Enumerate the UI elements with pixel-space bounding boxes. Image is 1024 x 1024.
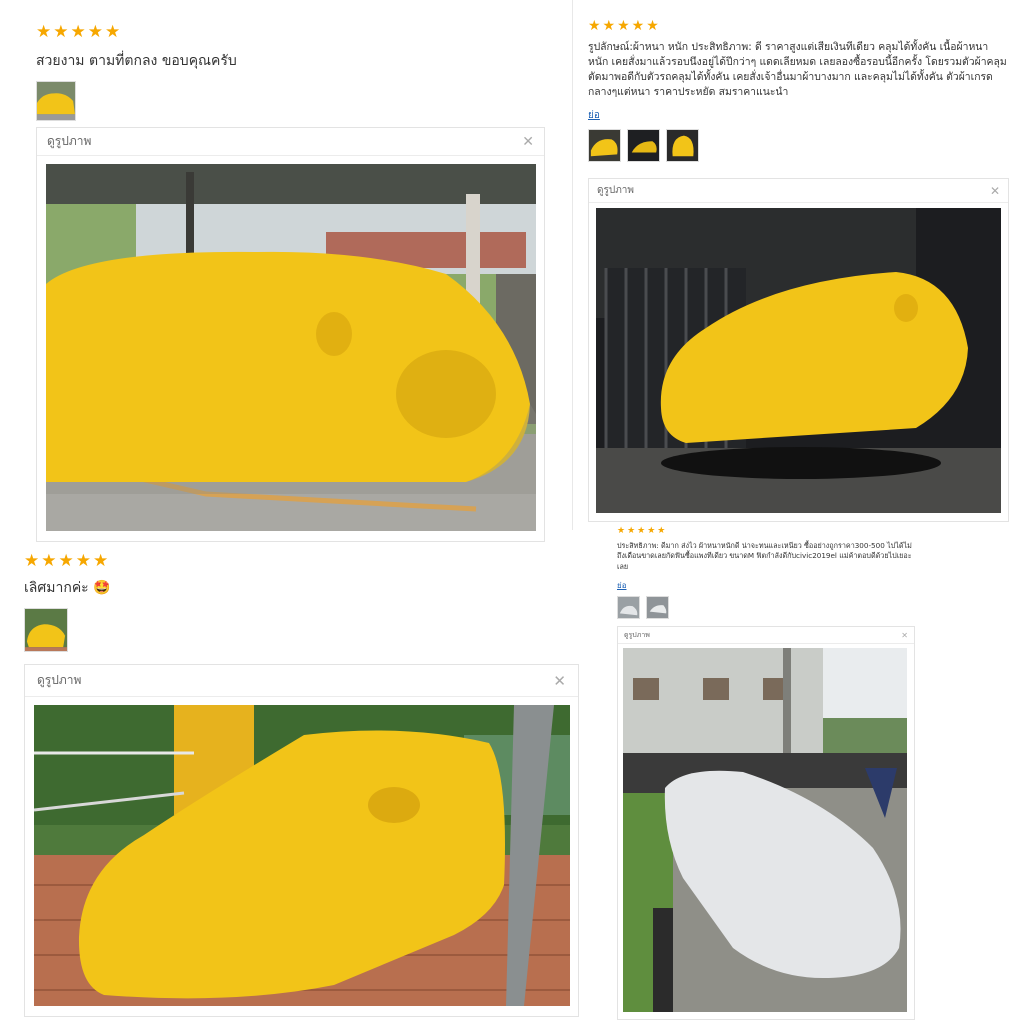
review-3: ★★★★★ เลิศมากค่ะ 🤩 bbox=[24, 551, 564, 653]
review-thumbnail[interactable] bbox=[666, 129, 699, 163]
close-icon[interactable]: ✕ bbox=[553, 672, 566, 690]
review-photo-yellow-car-garage bbox=[46, 164, 536, 531]
review-text: รูปลักษณ์:ผ้าหนา หนัก ประสิทธิภาพ: ดี รา… bbox=[588, 41, 1007, 99]
close-icon[interactable]: ✕ bbox=[990, 184, 1000, 198]
viewer-title: ดูรูปภาพ bbox=[37, 673, 82, 687]
collapse-link[interactable]: ย่อ bbox=[588, 108, 600, 123]
viewer-title: ดูรูปภาพ bbox=[624, 630, 650, 639]
star-rating: ★★★★★ bbox=[24, 551, 111, 571]
review-thumbnail[interactable] bbox=[617, 596, 640, 620]
close-icon[interactable]: ✕ bbox=[522, 134, 534, 150]
review-photo-silver-car bbox=[623, 648, 907, 1012]
thumbnail-strip bbox=[36, 81, 556, 122]
review-text: ประสิทธิภาพ: ดีมาก ส่งไว ผ้าหนาหนักดี น่… bbox=[617, 541, 912, 571]
star-rating: ★★★★★ bbox=[36, 22, 123, 42]
review-text: สวยงาม ตามที่ตกลง ขอบคุณครับ bbox=[36, 53, 237, 69]
column-divider bbox=[572, 0, 573, 530]
thumbnail-strip bbox=[24, 608, 564, 653]
review-thumbnail[interactable] bbox=[588, 129, 621, 163]
thumbnail-strip bbox=[588, 129, 1008, 163]
star-rating: ★★★★★ bbox=[617, 526, 668, 536]
thumbnail-strip bbox=[617, 596, 917, 620]
close-icon[interactable]: ✕ bbox=[901, 631, 908, 640]
viewer-title: ดูรูปภาพ bbox=[47, 134, 92, 148]
review-text: เลิศมากค่ะ 🤩 bbox=[24, 580, 111, 596]
review-thumbnail[interactable] bbox=[36, 81, 76, 122]
review-1: ★★★★★ สวยงาม ตามที่ตกลง ขอบคุณครับ bbox=[36, 22, 556, 122]
review-thumbnail[interactable] bbox=[646, 596, 669, 620]
star-rating: ★★★★★ bbox=[588, 18, 661, 34]
viewer-title: ดูรูปภาพ bbox=[597, 185, 635, 196]
collapse-link[interactable]: ย่อ bbox=[617, 579, 627, 592]
review-thumbnail[interactable] bbox=[24, 608, 68, 653]
review-4: ★★★★★ ประสิทธิภาพ: ดีมาก ส่งไว ผ้าหนาหนั… bbox=[617, 526, 917, 620]
review-photo-yellow-car-night bbox=[596, 208, 1001, 513]
review-2: ★★★★★ รูปลักษณ์:ผ้าหนา หนัก ประสิทธิภาพ:… bbox=[588, 18, 1008, 163]
review-photo-yellow-car-porch bbox=[34, 705, 570, 1006]
review-thumbnail[interactable] bbox=[627, 129, 660, 163]
